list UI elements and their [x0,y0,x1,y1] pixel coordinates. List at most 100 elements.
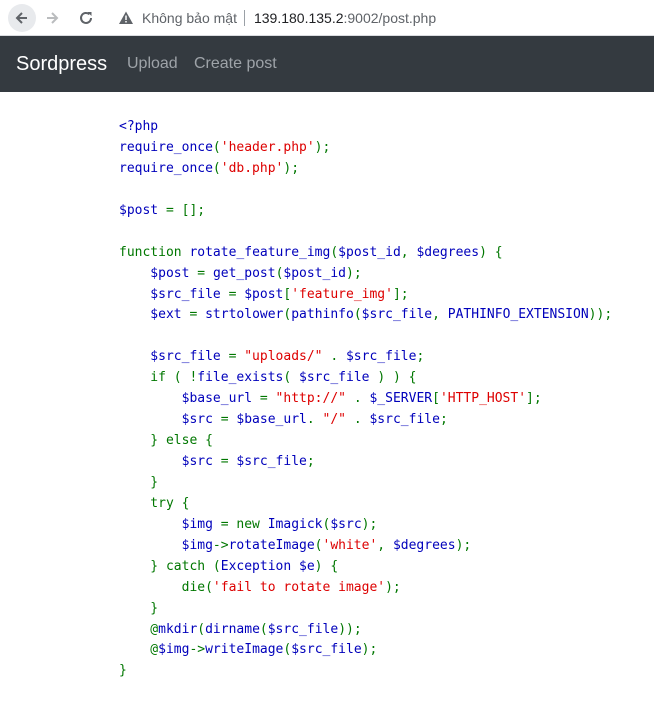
code-line: @$img->writeImage($src_file); [119,640,612,661]
code-token: 'db.php' [220,160,284,176]
code-line: $img = new Imagick($src); [119,515,612,536]
code-line: $src_file = "uploads/" . $src_file; [119,347,612,368]
forward-button[interactable] [40,6,64,30]
code-token: ); [361,642,378,658]
code-token: if ( ! [119,370,198,386]
code-token: ; [439,412,448,428]
code-line: $post = get_post($post_id); [119,264,612,285]
nav-link-create-post[interactable]: Create post [194,36,277,92]
code-token: = [220,412,237,428]
code-token: mkdir [158,621,198,637]
code-line: $ext = strtolower(pathinfo($src_file, PA… [119,305,612,326]
code-line: @mkdir(dirname($src_file)); [119,620,612,641]
reload-button[interactable] [74,6,98,30]
code-token: $src [330,516,362,532]
code-token: $img [119,537,213,553]
back-button[interactable] [8,4,36,32]
code-token: = []; [165,202,206,218]
code-line: require_once('db.php'); [119,159,612,180]
code-token: rotateImage [228,537,315,553]
code-token: ); [314,139,331,155]
code-line: } else { [119,431,612,452]
code-token: ]; [392,286,409,302]
code-line: require_once('header.php'); [119,138,612,159]
code-token: dirname [205,621,260,637]
code-line: $post = []; [119,201,612,222]
browser-toolbar: Không bảo mật 139.180.135.2:9002/post.ph… [0,0,654,36]
code-token: "/" [322,412,354,428]
code-token: ( [212,139,221,155]
code-token: rotate_feature_img [189,244,331,260]
code-token: $base_url [119,391,260,407]
back-arrow-icon [15,12,27,24]
code-token: = [189,307,206,323]
code-token: $src_file [236,454,307,469]
code-token: ); [346,265,362,281]
code-token: Imagick [267,516,323,532]
code-line: $src_file = $post['feature_img']; [119,285,612,306]
brand-link[interactable]: Sordpress [16,36,107,92]
site-navbar: Sordpress Upload Create post [0,36,654,92]
code-line: <?php [119,117,612,138]
code-token: ( [259,621,268,637]
code-line: } [119,661,612,682]
code-token: $src_file [345,349,417,365]
code-token: ( [283,370,300,386]
code-token: $src_file [361,307,433,323]
code-token: ) { [314,558,339,574]
code-token: 'feature_img' [291,286,393,302]
code-token: $post [119,265,198,281]
code-token: 'white' [322,537,378,553]
code-token: $degrees [392,537,456,553]
code-token: ( [330,244,339,260]
code-token: ( [314,537,323,553]
code-line: try { [119,494,612,515]
code-token: strtolower [205,307,284,323]
code-token: = [228,349,245,365]
code-token: $img [158,642,190,658]
code-token: ) ) { [377,370,417,386]
code-token: ) { [479,244,503,260]
code-token: , [400,244,417,260]
code-token: )); [338,621,362,637]
code-line: $src = $src_file; [119,452,612,473]
code-line: function rotate_feature_img($post_id, $d… [119,243,612,264]
code-token: = [220,454,237,469]
code-token: [ [432,391,440,407]
code-token: 'header.php' [220,139,315,155]
code-token: $_SERVER [369,391,433,407]
code-token: require_once [119,139,213,155]
not-secure-label[interactable]: Không bảo mật [142,10,237,26]
code-token: writeImage [205,642,284,658]
code-token: $src_file [299,370,378,386]
nav-link-upload[interactable]: Upload [127,36,178,92]
code-token: } else { [119,433,213,449]
code-token: $base_url [236,412,307,428]
code-token: = new [220,516,268,532]
code-token: $src_file [267,621,339,637]
address-separator [243,10,245,26]
code-line: } [119,473,612,494]
code-token: pathinfo [291,307,354,323]
code-token: ; [306,454,315,469]
code-token: "uploads/" [244,349,331,365]
code-token: @ [119,642,159,658]
code-line: die('fail to rotate image'); [119,578,612,599]
code-token: ); [455,537,472,553]
code-token: = [259,391,276,407]
code-token: = [197,265,213,281]
address-bar[interactable]: Không bảo mật 139.180.135.2:9002/post.ph… [108,6,654,30]
code-line: $img->rotateImage('white', $degrees); [119,536,612,557]
code-token: ]; [526,391,542,407]
code-token: Exception $e [220,558,315,574]
code-token: } [119,663,127,679]
code-token: . [353,391,370,407]
url-path: :9002/post.php [343,10,437,26]
code-token: , [377,537,393,553]
code-token: $src_file [369,412,440,428]
code-token: file_exists [197,370,284,386]
code-token: ( [353,307,362,323]
code-token: . [306,412,323,428]
